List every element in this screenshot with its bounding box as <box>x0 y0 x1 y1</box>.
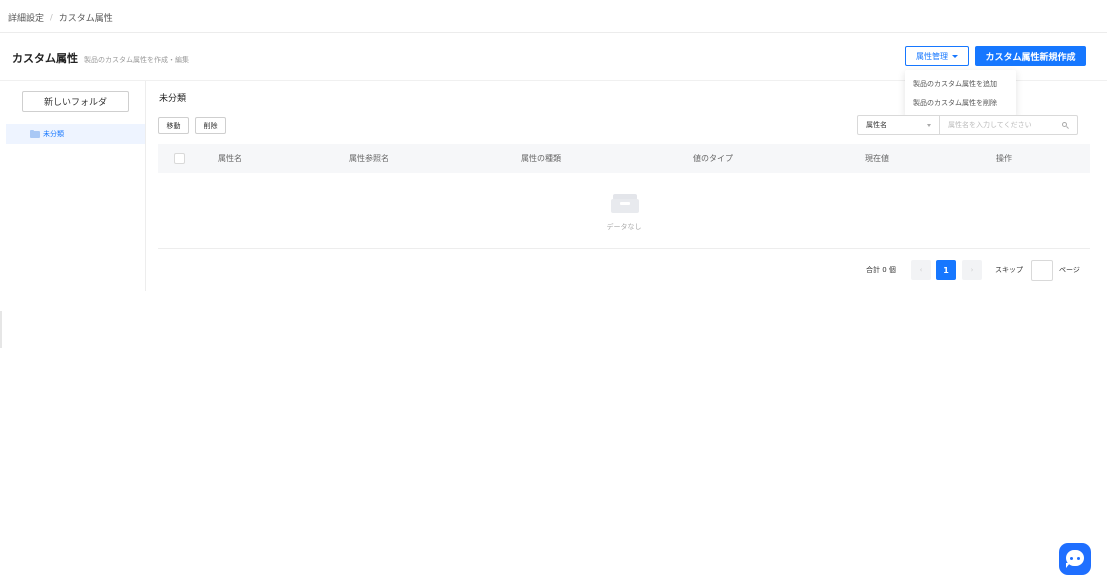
pagination-skip-label: スキップ <box>995 266 1023 274</box>
delete-button[interactable]: 削除 <box>195 117 226 134</box>
pagination-page-current[interactable]: 1 <box>936 260 956 280</box>
search-input[interactable] <box>939 115 1078 135</box>
search-field-value: 属性名 <box>866 121 887 129</box>
title-row: カスタム属性 製品のカスタム属性を作成・編集 <box>12 50 189 66</box>
breadcrumb-separator: / <box>50 12 53 22</box>
empty-text: データなし <box>606 223 642 231</box>
section-title: 未分類 <box>159 94 187 104</box>
page-subtitle: 製品のカスタム属性を作成・編集 <box>84 56 189 64</box>
dropdown-item-add[interactable]: 製品のカスタム属性を追加 <box>905 74 1016 93</box>
sidebar-folder-uncategorized[interactable]: 未分類 <box>6 124 145 144</box>
new-folder-button[interactable]: 新しいフォルダ <box>22 91 129 112</box>
column-header-reference-name: 属性参照名 <box>349 154 389 163</box>
dropdown-item-delete[interactable]: 製品のカスタム属性を削除 <box>905 93 1016 112</box>
pagination-page-label: ページ <box>1059 266 1080 274</box>
top-divider <box>0 32 1107 33</box>
breadcrumb-item-settings[interactable]: 詳細設定 <box>8 11 44 24</box>
empty-box-icon <box>611 192 639 214</box>
pagination-skip-input[interactable] <box>1031 260 1053 281</box>
table-header: 属性名 属性参照名 属性の種類 値のタイプ 現在値 操作 <box>158 144 1090 173</box>
folder-icon <box>30 130 40 138</box>
move-button[interactable]: 移動 <box>158 117 189 134</box>
folder-label: 未分類 <box>43 130 64 138</box>
page: 詳細設定 / カスタム属性 カスタム属性 製品のカスタム属性を作成・編集 属性管… <box>0 0 1107 588</box>
table-bottom-divider <box>158 248 1090 249</box>
pagination-prev-button[interactable]: ‹ <box>911 260 931 280</box>
pagination-next-button[interactable]: › <box>962 260 982 280</box>
search-field-select[interactable]: 属性名 <box>857 115 940 135</box>
column-header-actions: 操作 <box>996 154 1012 163</box>
column-header-attribute-type: 属性の種類 <box>521 154 561 163</box>
search-icon[interactable] <box>1062 122 1069 129</box>
select-all-checkbox[interactable] <box>174 153 185 164</box>
empty-state: データなし <box>158 173 1090 248</box>
chat-bubble-tail <box>1066 563 1070 568</box>
breadcrumb: 詳細設定 / カスタム属性 <box>8 10 113 24</box>
page-title: カスタム属性 <box>12 52 78 65</box>
column-header-current-value: 現在値 <box>865 154 889 163</box>
attribute-manage-button[interactable]: 属性管理 <box>905 46 969 66</box>
attribute-manage-label: 属性管理 <box>916 51 948 61</box>
left-edge-handle <box>0 311 2 348</box>
column-header-attribute-name: 属性名 <box>218 154 242 163</box>
caret-down-icon <box>952 54 958 58</box>
chat-support-button[interactable] <box>1059 543 1091 575</box>
breadcrumb-item-current: カスタム属性 <box>58 13 113 24</box>
pagination-total: 合計 0 個 <box>866 266 896 274</box>
caret-down-icon <box>927 124 931 127</box>
column-header-value-type: 値のタイプ <box>693 154 733 163</box>
attribute-manage-dropdown: 製品のカスタム属性を追加 製品のカスタム属性を削除 <box>905 70 1016 116</box>
create-custom-attribute-button[interactable]: カスタム属性新規作成 <box>975 46 1086 66</box>
sidebar-divider <box>145 81 146 291</box>
